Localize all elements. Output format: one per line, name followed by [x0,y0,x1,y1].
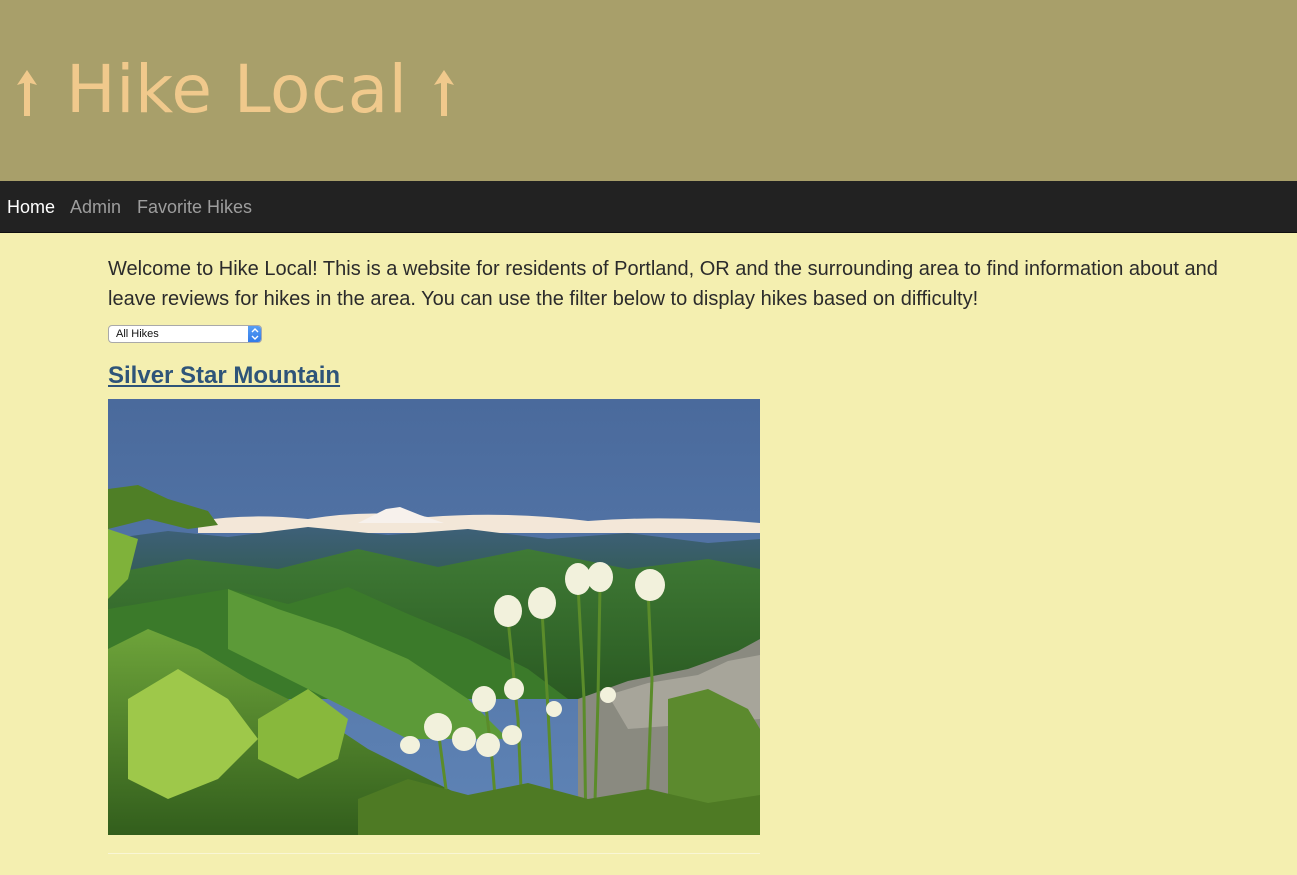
site-banner: Hike Local [0,0,1297,181]
filter-selected-value: All Hikes [116,328,159,340]
intro-text: Welcome to Hike Local! This is a website… [108,258,1218,310]
hike-title-link[interactable]: Silver Star Mountain [108,361,340,391]
hike-divider [108,853,760,854]
tree-arrow-icon [429,68,459,118]
select-arrows-icon[interactable] [248,326,261,342]
site-title: Hike Local [12,50,459,130]
nav-favorite-hikes[interactable]: Favorite Hikes [137,181,252,233]
nav-admin[interactable]: Admin [70,181,121,233]
tree-arrow-icon [12,68,42,118]
navbar: Home Admin Favorite Hikes [0,181,1297,233]
difficulty-filter-select[interactable]: All Hikes [108,325,262,343]
site-title-text: Hike Local [66,51,408,128]
mountain-landscape-photo[interactable] [108,399,760,835]
nav-home[interactable]: Home [7,181,55,233]
